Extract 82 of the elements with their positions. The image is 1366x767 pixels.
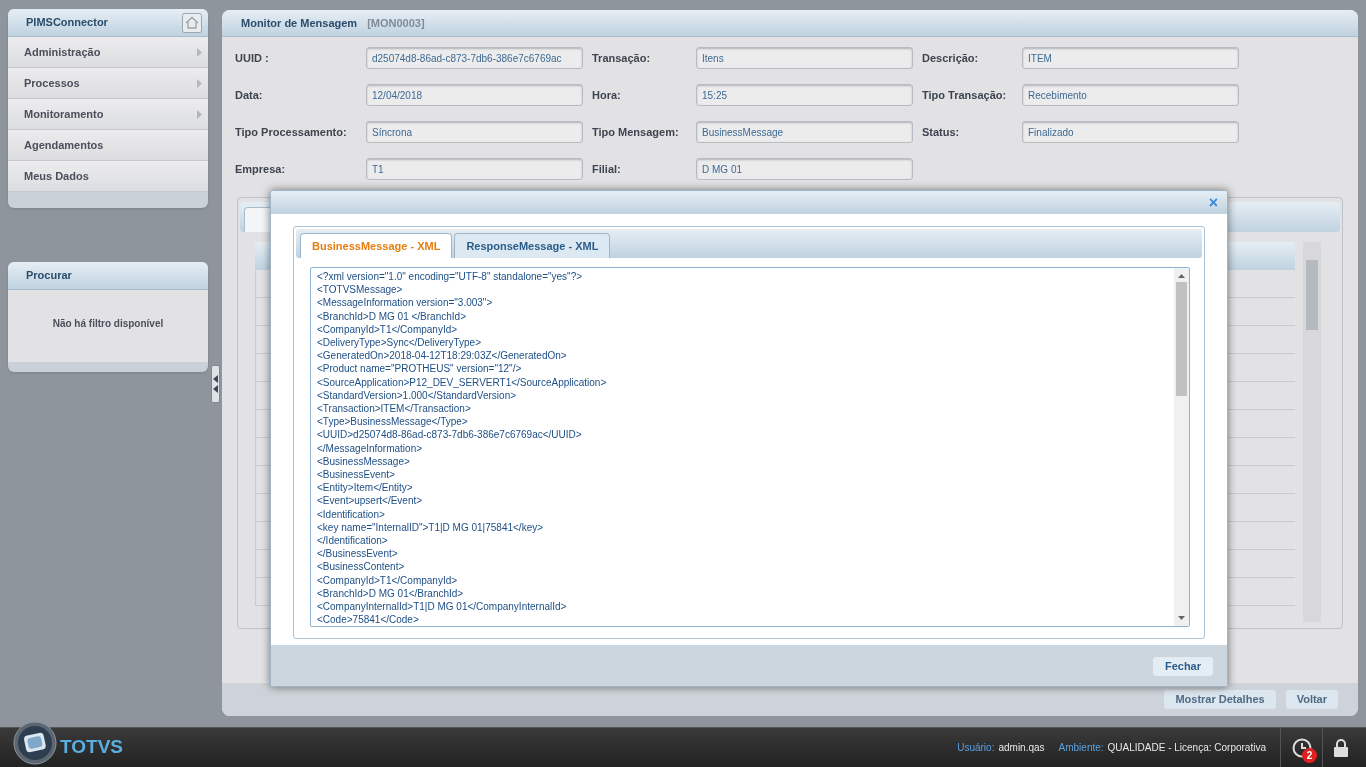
xml-line: <TOTVSMessage>: [317, 283, 404, 297]
xml-line: <BusinessContent>: [317, 560, 406, 574]
submenu-arrow-icon: [197, 109, 202, 119]
field-input[interactable]: Recebimento: [1022, 84, 1239, 106]
scroll-up-icon[interactable]: [1178, 274, 1185, 278]
close-button[interactable]: Fechar: [1152, 656, 1213, 676]
scroll-thumb[interactable]: [1306, 260, 1318, 330]
xml-line: <Event>upsert</Event>: [317, 494, 424, 508]
field-label: Filial:: [592, 161, 622, 177]
scroll-down-icon[interactable]: [1178, 616, 1185, 620]
page-title: Monitor de Mensagem: [241, 15, 358, 31]
xml-line: <Product name="PROTHEUS" version="12"/>: [317, 362, 523, 376]
field-label: Empresa:: [235, 161, 287, 177]
show-details-button[interactable]: Mostrar Detalhes: [1164, 690, 1276, 709]
xml-line: <SourceApplication>P12_DEV_SERVERT1</SourceApplication>: [317, 375, 608, 389]
menu-item[interactable]: Agendamentos: [8, 130, 208, 161]
xml-tab[interactable]: ResponseMessage - XML: [454, 233, 611, 258]
field-label: Status:: [922, 124, 961, 140]
menu-item[interactable]: Monitoramento: [8, 99, 208, 130]
xml-line: <key name="InternalID">T1|D MG 01|75841</key>: [317, 520, 545, 535]
xml-line: <StandardVersion>1.000</StandardVersion>: [317, 388, 518, 403]
xml-line: <Identification>: [317, 507, 386, 521]
xml-line: <BusinessMessage>: [317, 454, 411, 469]
xml-line: <Transaction>ITEM</Transaction>: [317, 402, 472, 416]
field-label: Transação:: [592, 50, 652, 66]
submenu-arrow-icon: [197, 47, 202, 57]
field-input[interactable]: BusinessMessage: [696, 121, 913, 143]
menu-item[interactable]: Administração: [8, 37, 208, 68]
xml-tab[interactable]: BusinessMessage - XML: [300, 233, 453, 258]
xml-line: </MessageInformation>: [317, 441, 424, 455]
lock-icon[interactable]: [1332, 737, 1349, 758]
xml-line: <Type>BusinessMessage</Type>: [317, 415, 469, 429]
panel-title: Procurar: [26, 268, 72, 284]
field-input[interactable]: T1: [366, 158, 583, 180]
page-code: [MON0003]: [367, 15, 425, 31]
scroll-thumb[interactable]: [1176, 282, 1187, 396]
menu-item[interactable]: Processos: [8, 68, 208, 99]
submenu-arrow-icon: [197, 78, 202, 88]
field-label: Descrição:: [922, 50, 980, 66]
field-label: Tipo Transação:: [922, 87, 1008, 103]
xml-line: <CompanyId>T1</CompanyId>: [317, 322, 459, 336]
environment-value: QUALIDADE - Licença: Corporativa: [1107, 741, 1266, 755]
empty-filter-message: Não há filtro disponível: [52, 317, 164, 331]
xml-line: <CompanyInternalId>T1|D MG 01</CompanyInternalId>: [317, 600, 568, 614]
menu-item[interactable]: Meus Dados: [8, 161, 208, 192]
clock-icon[interactable]: [1291, 737, 1312, 758]
xml-line: <DeliveryType>Sync</DeliveryType>: [317, 336, 482, 350]
xml-line: <UUID>d25074d8-86ad-c873-7db6-386e7c6769ac</UUID>: [317, 428, 583, 442]
field-input[interactable]: 15:25: [696, 84, 913, 106]
user-label: Usuário:: [957, 741, 995, 755]
field-input[interactable]: ITEM: [1022, 47, 1239, 69]
collapse-handle[interactable]: [210, 365, 220, 403]
field-input[interactable]: Síncrona: [366, 121, 583, 143]
xml-line: </Identification>: [317, 534, 389, 548]
field-label: UUID :: [235, 50, 270, 66]
brand-name: TOTVS: [60, 735, 123, 760]
xml-line: <BusinessEvent>: [317, 468, 396, 482]
xml-line: <Code>75841</Code>: [317, 613, 420, 626]
collapse-arrow-icon: [212, 375, 218, 393]
back-button[interactable]: Voltar: [1285, 690, 1338, 709]
field-input[interactable]: Finalizado: [1022, 121, 1239, 143]
xml-line: <Entity>Item</Entity>: [317, 481, 414, 495]
xml-line: <MessageInformation version="3.003">: [317, 296, 494, 310]
xml-line: <BranchId>D MG 01</BranchId>: [317, 586, 465, 601]
notification-badge: 2: [1302, 747, 1317, 763]
xml-line: </BusinessEvent>: [317, 547, 399, 561]
field-input[interactable]: D MG 01: [696, 158, 913, 180]
xml-text-area[interactable]: [310, 267, 1190, 627]
field-input[interactable]: d25074d8-86ad-c873-7db6-386e7c6769ac: [366, 47, 583, 69]
app-title: PIMSConnector: [26, 15, 108, 31]
field-input[interactable]: Itens: [696, 47, 913, 69]
field-label: Hora:: [592, 87, 622, 103]
field-input[interactable]: 12/04/2018: [366, 84, 583, 106]
user-name: admin.qas: [998, 741, 1045, 755]
xml-line: <?xml version="1.0" encoding="UTF-8" standalone="yes"?>: [317, 270, 584, 284]
environment-label: Ambiente:: [1058, 741, 1104, 755]
xml-line: <CompanyId>T1</CompanyId>: [317, 573, 459, 587]
xml-line: <BranchId>D MG 01 </BranchId>: [317, 309, 467, 323]
field-label: Data:: [235, 87, 264, 103]
field-label: Tipo Mensagem:: [592, 124, 680, 140]
xml-line: <GeneratedOn>2018-04-12T18:29:03Z</GeneratedOn>: [317, 349, 568, 363]
field-label: Tipo Processamento:: [235, 124, 348, 140]
